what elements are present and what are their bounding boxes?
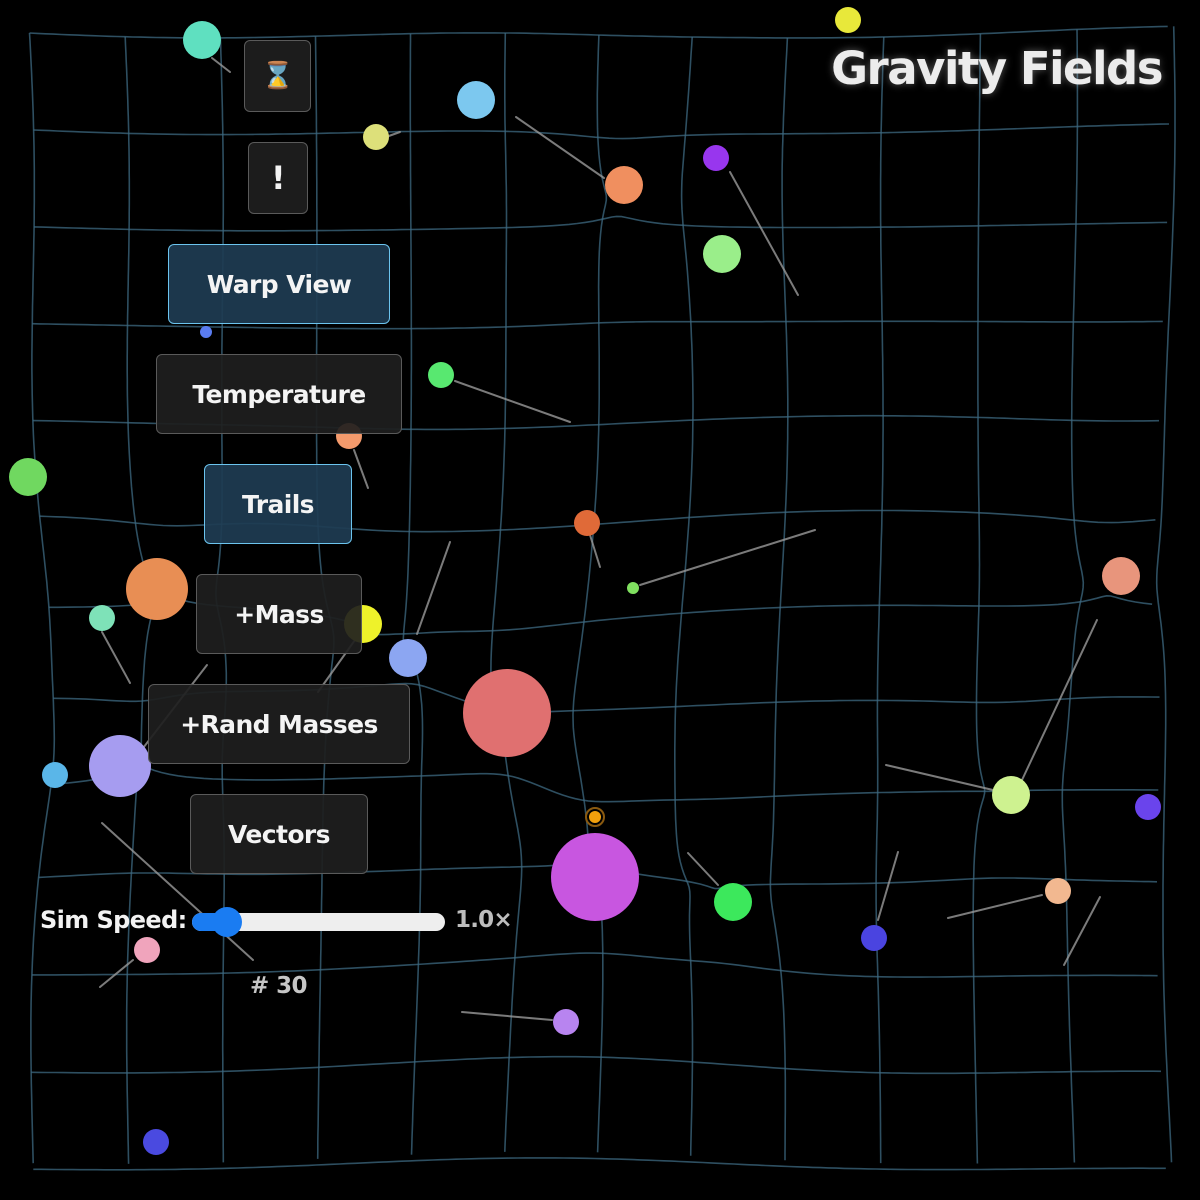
mass-body-0[interactable] (183, 21, 221, 59)
body-count: # 30 (250, 973, 307, 999)
trails-button[interactable]: Trails (204, 464, 352, 544)
mass-body-28[interactable] (134, 937, 160, 963)
mass-body-19[interactable] (89, 735, 151, 797)
grid-line-vertical-6 (572, 34, 608, 1153)
grid-line-vertical-10 (972, 33, 986, 1164)
grid-line-vertical-9 (875, 36, 885, 1164)
trail-17 (1063, 896, 1101, 966)
trail-7 (885, 764, 994, 791)
grid-line-horizontal-1 (33, 123, 1170, 140)
mass-body-18[interactable] (463, 669, 551, 757)
mass-body-17[interactable] (389, 639, 427, 677)
grid-line-vertical-11 (1061, 29, 1085, 1163)
temperature-label: Temperature (192, 379, 366, 409)
add-mass-button[interactable]: +Mass (196, 574, 362, 654)
mass-body-6[interactable] (703, 235, 741, 273)
trail-5 (639, 529, 816, 586)
temperature-button[interactable]: Temperature (156, 354, 402, 434)
trail-0 (515, 116, 605, 179)
mass-body-30[interactable] (143, 1129, 169, 1155)
mass-body-21[interactable] (992, 776, 1030, 814)
mass-body-2[interactable] (457, 81, 495, 119)
mass-body-14[interactable] (126, 558, 188, 620)
bodies-layer (9, 7, 1161, 1155)
trail-14 (687, 852, 719, 886)
mass-body-13[interactable] (1102, 557, 1140, 595)
trail-3 (353, 449, 369, 489)
sim-speed-value: 1.0× (455, 907, 513, 933)
grid-line-vertical-4 (402, 33, 424, 1155)
trail-1 (729, 171, 799, 296)
mass-body-1[interactable] (835, 7, 861, 33)
mass-body-8[interactable] (428, 362, 454, 388)
mass-body-3[interactable] (363, 124, 389, 150)
grid-line-vertical-7 (674, 36, 694, 1156)
simulation-stage[interactable]: Gravity Fields ⌛ ! Warp View Temperature… (0, 0, 1200, 1200)
mass-body-12[interactable] (627, 582, 639, 594)
hourglass-button[interactable]: ⌛ (244, 40, 311, 112)
trail-15 (877, 851, 899, 921)
simulation-canvas[interactable] (0, 0, 1200, 1200)
alert-icon: ! (271, 159, 286, 197)
hourglass-icon: ⌛ (261, 61, 294, 91)
app-title: Gravity Fields (831, 42, 1163, 95)
warp-view-button[interactable]: Warp View (168, 244, 390, 324)
alert-button[interactable]: ! (248, 142, 308, 214)
trails-label: Trails (242, 489, 315, 519)
mass-body-5[interactable] (703, 145, 729, 171)
trail-18 (461, 1011, 553, 1021)
warp-view-label: Warp View (206, 269, 352, 299)
trail-6 (1021, 619, 1098, 781)
mass-body-7[interactable] (200, 326, 212, 338)
grid-line-vertical-12 (1155, 26, 1176, 1163)
grid-line-horizontal-11 (31, 1055, 1162, 1075)
mass-body-10[interactable] (9, 458, 47, 496)
sim-speed-thumb[interactable] (212, 907, 243, 937)
add-mass-label: +Mass (234, 599, 324, 629)
trail-16 (947, 894, 1043, 919)
grid-line-vertical-0 (28, 32, 56, 1164)
mass-body-11[interactable] (574, 510, 600, 536)
mass-body-4[interactable] (605, 166, 643, 204)
trail-9 (416, 541, 451, 635)
add-random-masses-label: +Rand Masses (180, 709, 378, 739)
mass-body-23[interactable] (589, 811, 601, 823)
grid-line-vertical-8 (769, 37, 789, 1161)
mass-body-29[interactable] (553, 1009, 579, 1035)
mass-body-25[interactable] (714, 883, 752, 921)
mass-body-15[interactable] (89, 605, 115, 631)
sim-speed-label: Sim Speed: (40, 906, 187, 934)
mass-body-26[interactable] (861, 925, 887, 951)
mass-body-27[interactable] (1045, 878, 1071, 904)
trail-2 (454, 380, 571, 423)
mass-body-20[interactable] (42, 762, 68, 788)
grid-line-vertical-5 (490, 32, 523, 1152)
mass-body-24[interactable] (551, 833, 639, 921)
vectors-label: Vectors (228, 819, 331, 849)
grid-line-horizontal-12 (33, 1157, 1166, 1171)
mass-body-22[interactable] (1135, 794, 1161, 820)
vectors-button[interactable]: Vectors (190, 794, 368, 874)
trail-8 (101, 631, 131, 684)
grid-line-horizontal-10 (31, 952, 1158, 978)
add-random-masses-button[interactable]: +Rand Masses (148, 684, 410, 764)
